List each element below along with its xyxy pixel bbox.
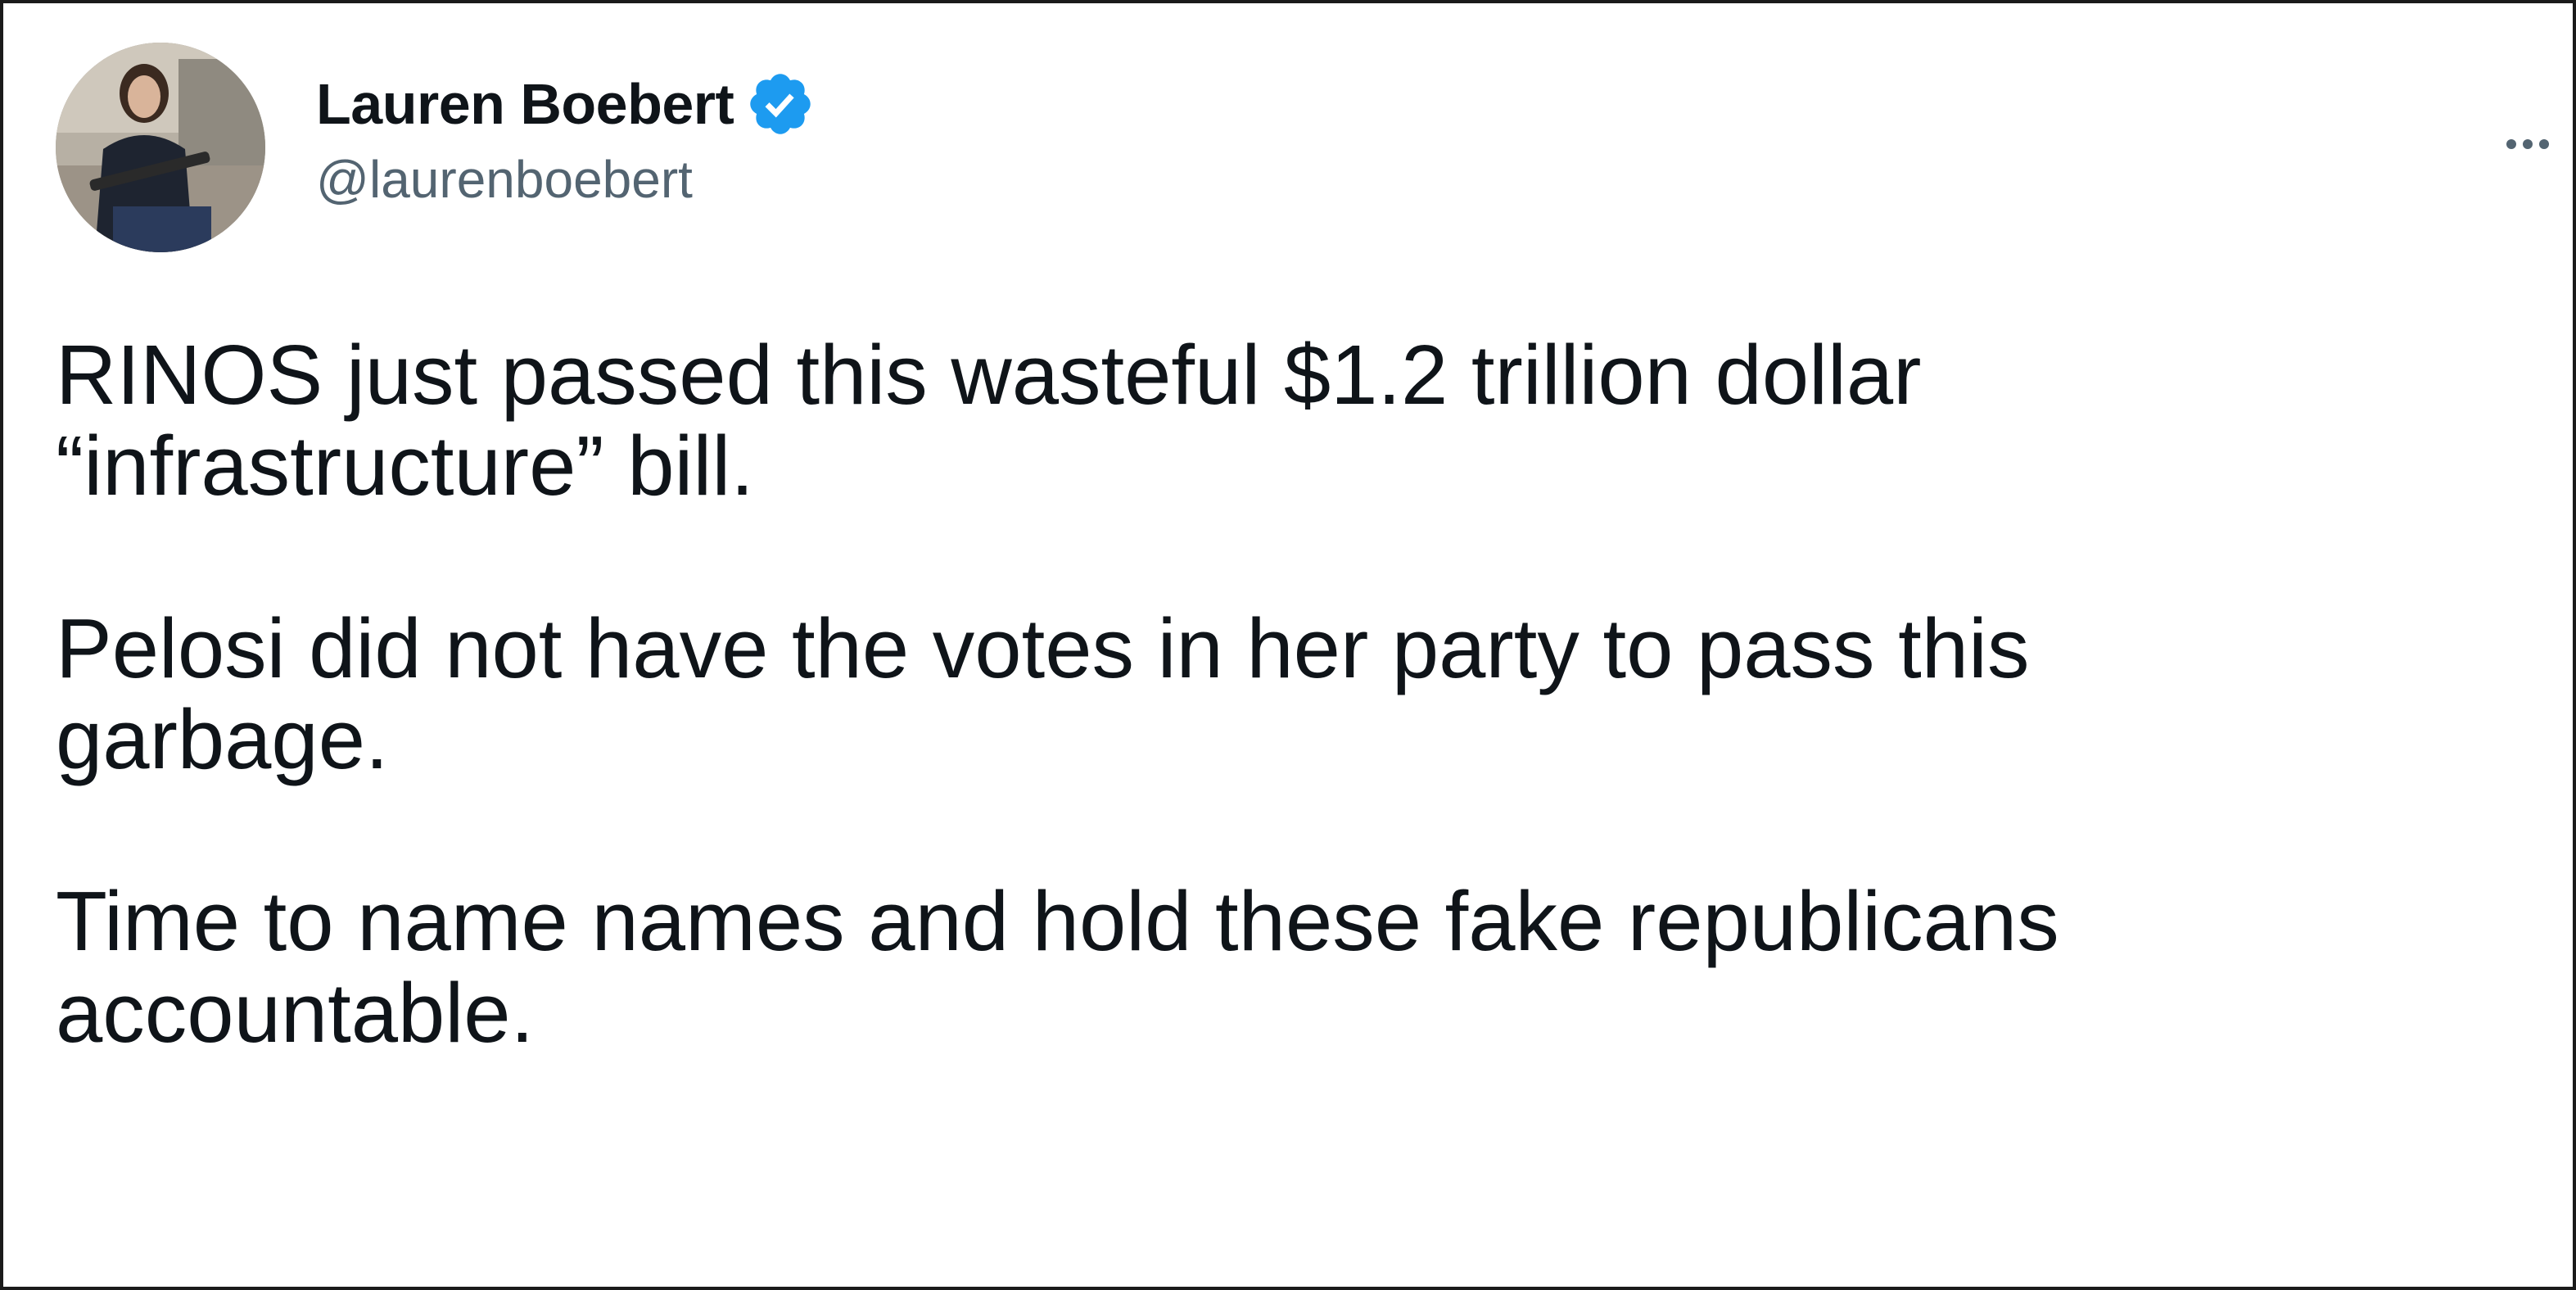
author-block: Lauren Boebert @laurenboebert [316, 67, 1462, 210]
tweet-header: Lauren Boebert @laurenboebert [56, 43, 2549, 264]
verified-badge-icon [745, 69, 816, 139]
avatar[interactable] [56, 43, 265, 252]
tweet-text: RINOS just passed this wasteful $1.2 tri… [56, 328, 2059, 1060]
more-options-button[interactable] [2483, 113, 2573, 175]
avatar-photo [56, 43, 265, 252]
tweet-card: Lauren Boebert @laurenboebert RINOS just… [0, 0, 2576, 1290]
author-handle[interactable]: @laurenboebert [316, 149, 1462, 210]
author-display-name[interactable]: Lauren Boebert [316, 71, 734, 137]
more-options-icon [2506, 139, 2549, 149]
author-name-row: Lauren Boebert [316, 67, 1462, 141]
